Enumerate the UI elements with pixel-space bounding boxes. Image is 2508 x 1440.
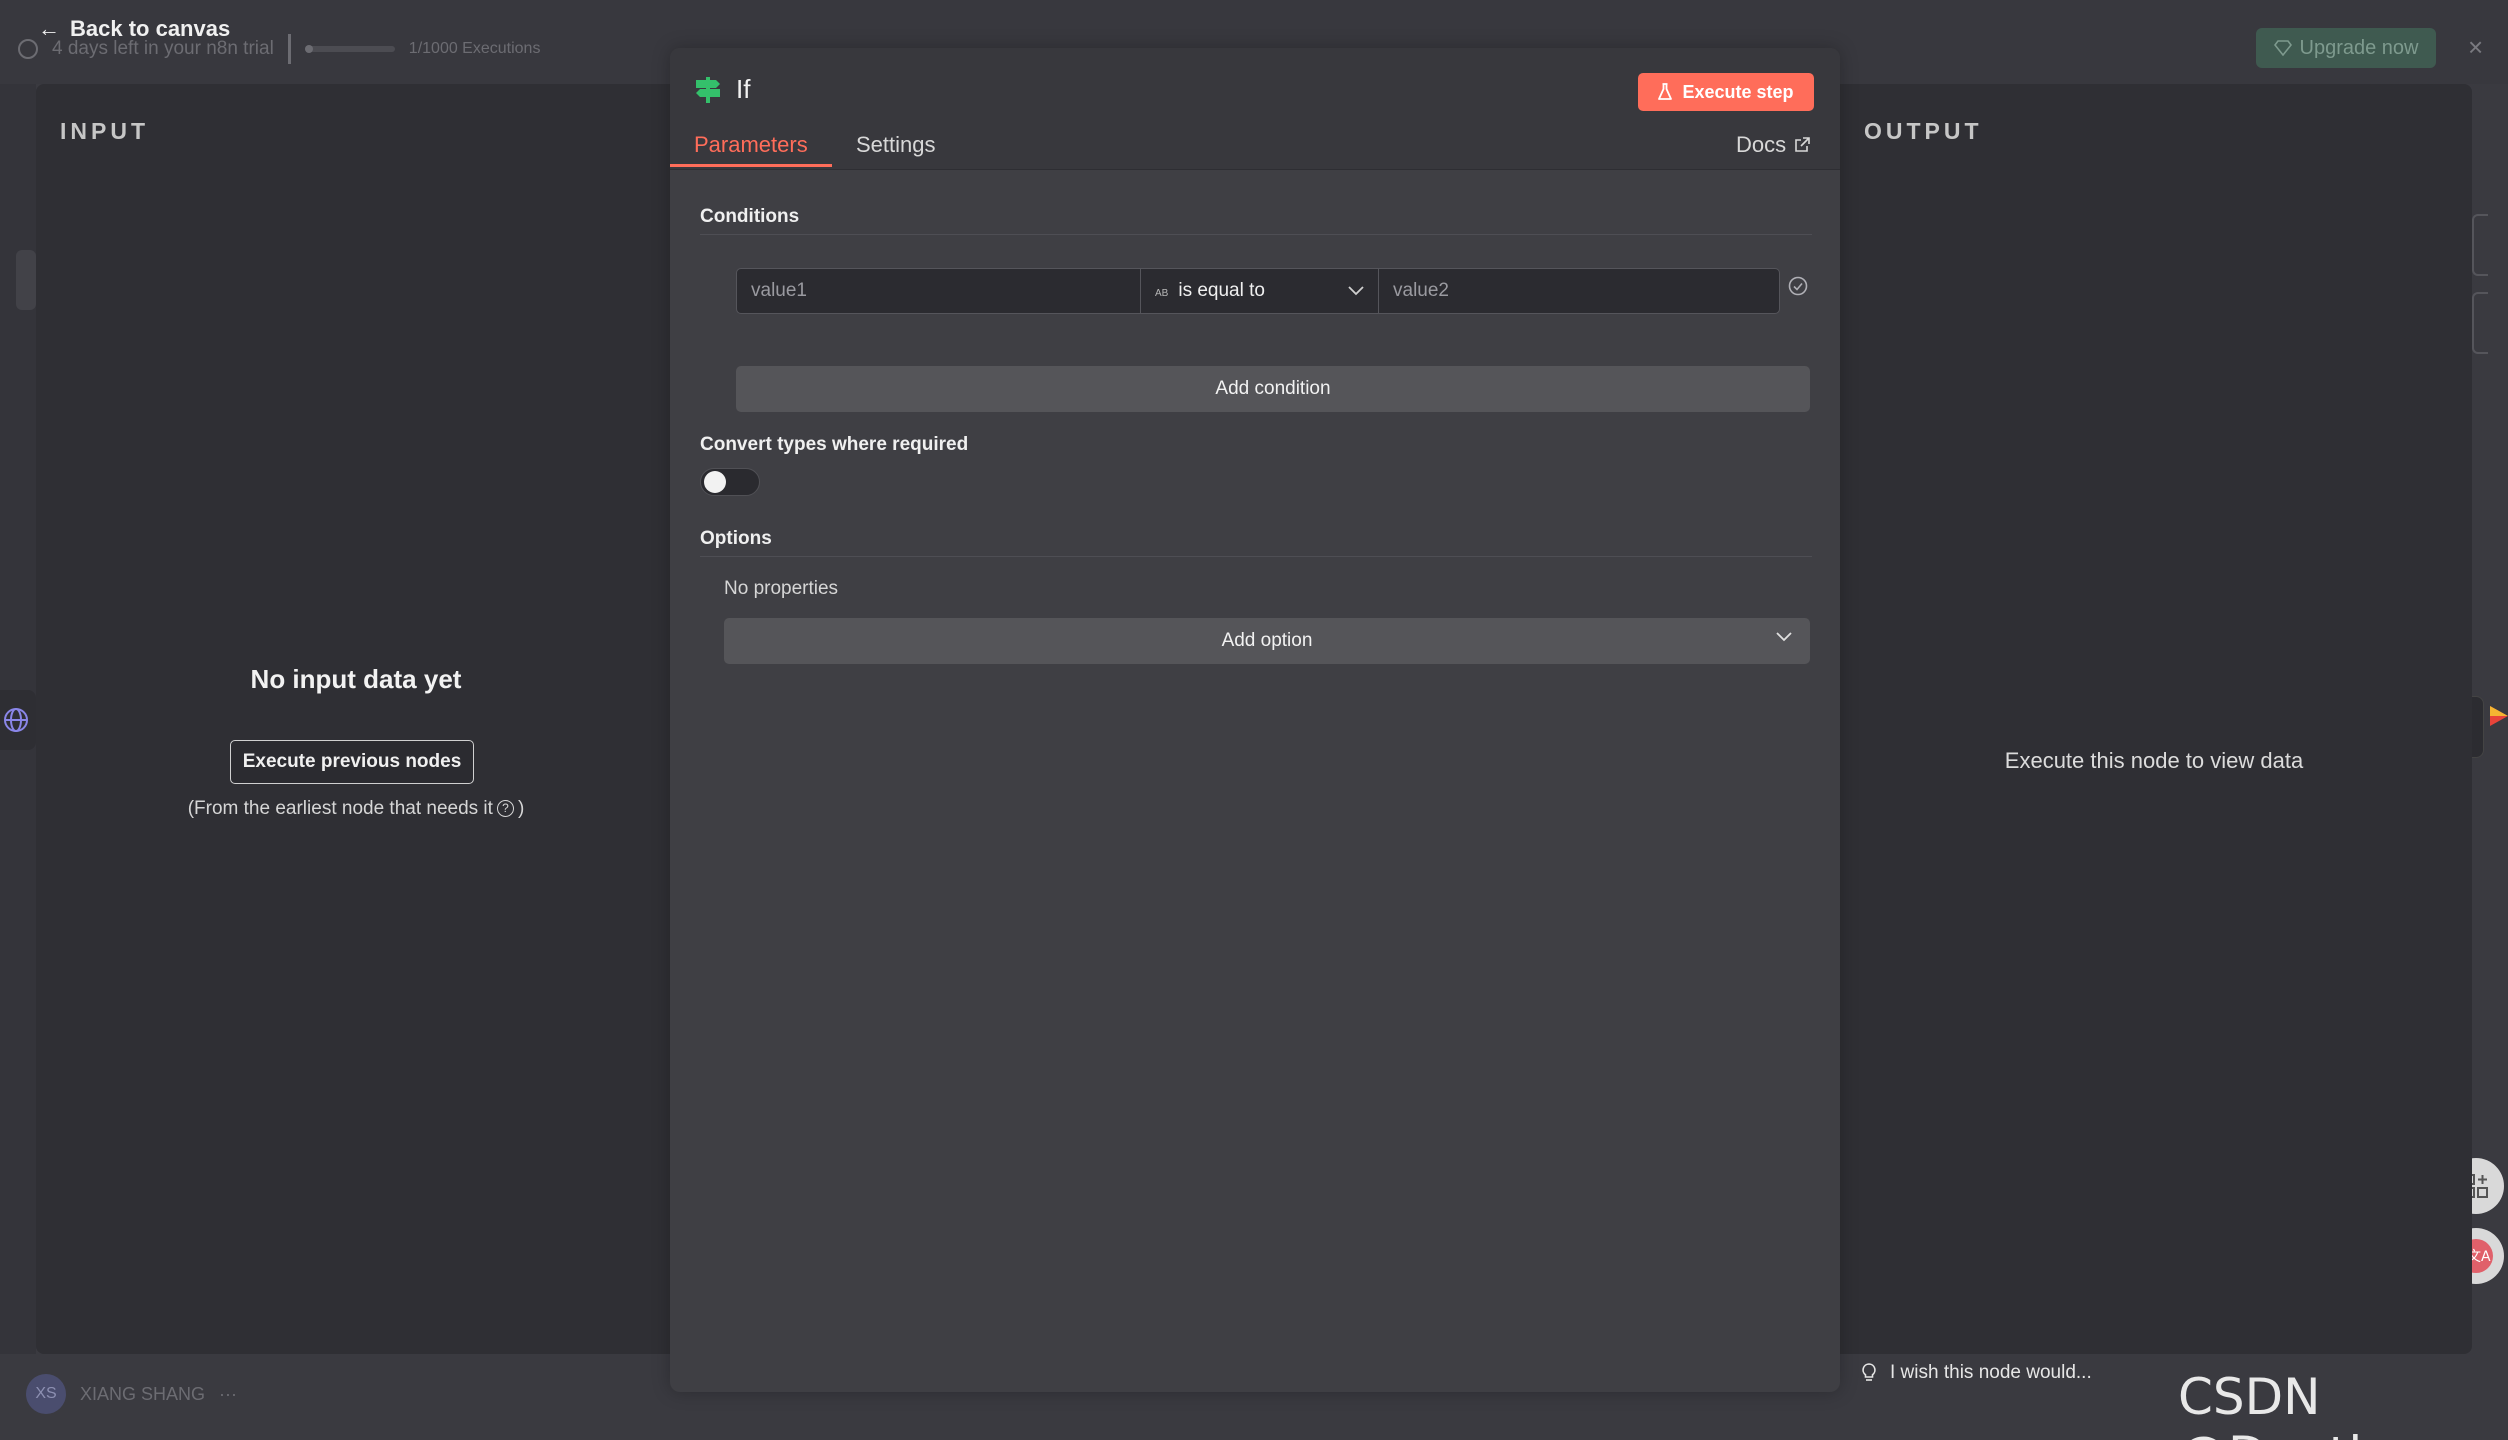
- input-label: INPUT: [60, 118, 149, 144]
- close-icon[interactable]: ×: [2468, 32, 2483, 63]
- clock-icon: [18, 39, 38, 59]
- avatar: XS: [26, 1374, 66, 1414]
- add-option-dropdown[interactable]: Add option: [724, 618, 1810, 664]
- tab-parameters[interactable]: Parameters: [694, 132, 808, 158]
- convert-types-toggle[interactable]: [700, 468, 760, 496]
- convert-types-label: Convert types where required: [700, 434, 969, 455]
- value2-input[interactable]: value2: [1379, 269, 1779, 313]
- globe-button[interactable]: [0, 690, 36, 750]
- executions-count: 1/1000 Executions: [408, 40, 541, 57]
- node-settings-modal: If Execute step Parameters Settings Docs…: [670, 48, 1840, 1392]
- active-tab-indicator: [670, 164, 832, 167]
- input-panel: INPUT No input data yet Execute previous…: [36, 84, 676, 1354]
- string-type-icon: AB: [1155, 288, 1169, 299]
- diamond-icon: [2273, 40, 2292, 56]
- external-link-icon: [1795, 137, 1810, 152]
- condition-row: value1 AB is equal to value2: [736, 268, 1780, 314]
- output-empty-message: Execute this node to view data: [2004, 748, 2304, 773]
- options-divider: [700, 556, 1812, 557]
- canvas-control: [2472, 214, 2488, 276]
- upgrade-button[interactable]: Upgrade now: [2256, 28, 2436, 68]
- check-circle-icon[interactable]: [1788, 276, 1808, 296]
- question-icon[interactable]: ?: [496, 799, 514, 817]
- value1-input[interactable]: value1: [737, 269, 1141, 313]
- user-more-icon[interactable]: ···: [219, 1384, 237, 1405]
- globe-icon: [4, 708, 28, 732]
- node-title: If: [694, 74, 750, 105]
- execute-previous-nodes-button[interactable]: Execute previous nodes: [230, 740, 474, 784]
- docs-link[interactable]: Docs: [1736, 132, 1810, 158]
- canvas-control: [2472, 292, 2488, 354]
- tab-settings[interactable]: Settings: [856, 132, 936, 158]
- no-input-title: No input data yet: [250, 664, 462, 694]
- execute-step-button[interactable]: Execute step: [1638, 73, 1814, 111]
- lightbulb-icon: [1862, 1363, 1876, 1381]
- operator-select[interactable]: AB is equal to: [1141, 269, 1379, 313]
- flask-icon: [1658, 83, 1673, 100]
- user-name: XIANG SHANG: [80, 1383, 206, 1404]
- modal-header: If Execute step Parameters Settings Docs: [670, 48, 1840, 170]
- signpost-icon: [696, 76, 720, 103]
- conditions-title: Conditions: [700, 206, 800, 227]
- no-properties-text: No properties: [724, 578, 839, 599]
- chevron-down-icon: [1348, 286, 1364, 296]
- sidebar-item: [16, 250, 36, 310]
- executions-progress: [304, 45, 395, 53]
- flag-icon: [2490, 706, 2508, 726]
- divider: [287, 34, 291, 64]
- execute-previous-note: (From the earliest node that needs it?): [187, 798, 525, 819]
- options-title: Options: [700, 528, 772, 549]
- add-condition-button[interactable]: Add condition: [736, 366, 1810, 412]
- output-label: OUTPUT: [1864, 118, 1983, 144]
- arrow-left-icon: ←: [38, 16, 60, 41]
- watermark: CSDN @Dontla: [2178, 1368, 2393, 1440]
- conditions-divider: [700, 234, 1812, 235]
- node-feedback-link[interactable]: I wish this node would...: [1862, 1362, 2092, 1384]
- user-menu[interactable]: XS XIANG SHANG ···: [26, 1374, 237, 1414]
- chevron-down-icon: [1776, 632, 1792, 642]
- back-to-canvas-link[interactable]: ← Back to canvas: [38, 16, 230, 42]
- output-panel: OUTPUT Execute this node to view data: [1836, 84, 2472, 1354]
